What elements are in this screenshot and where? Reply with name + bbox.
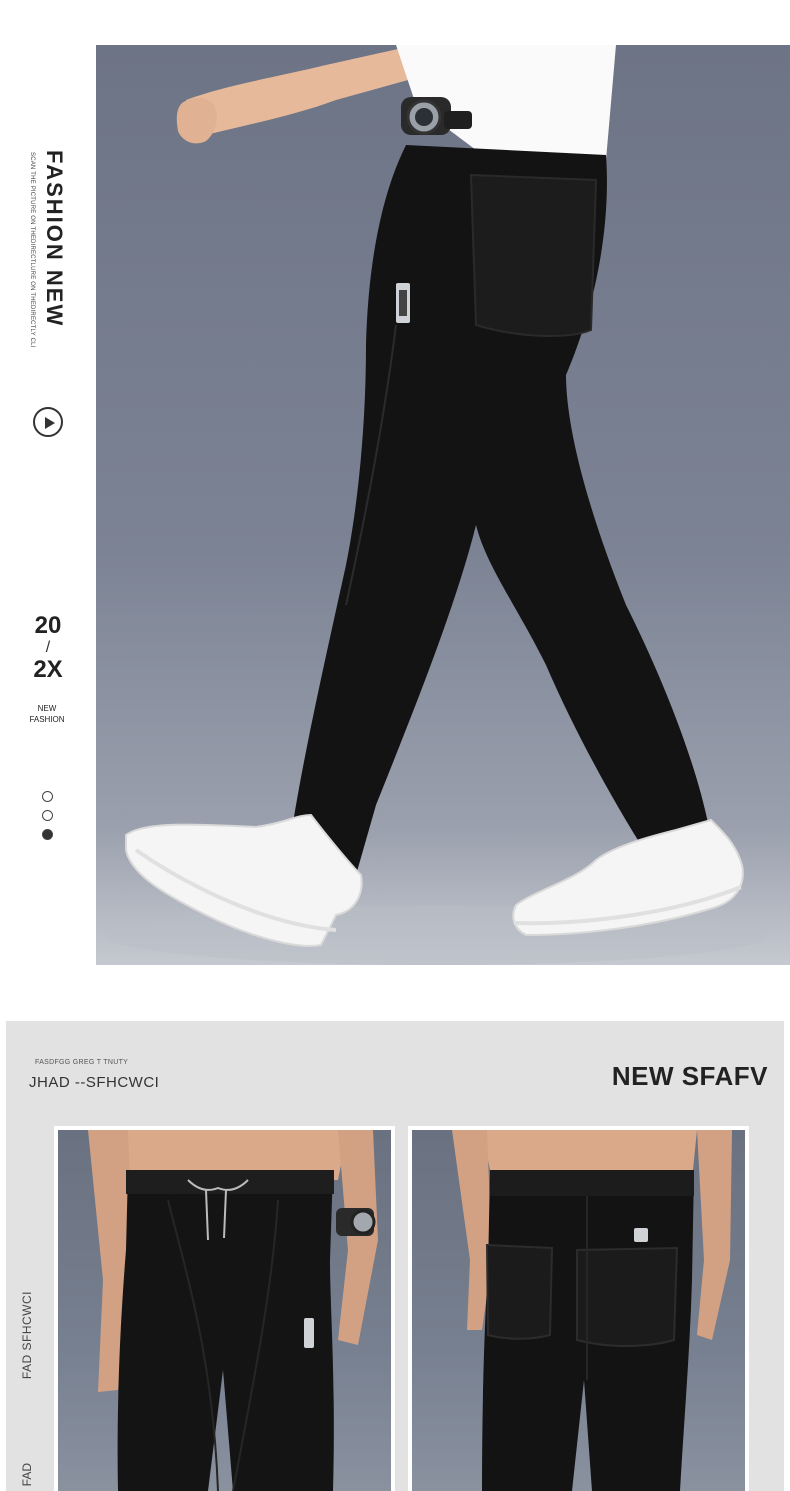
back-view-illustration <box>452 1130 732 1491</box>
detail-section: FASDFGG GREG T TNUTY JHAD --SFHCWCI NEW … <box>6 1021 784 1491</box>
carousel-dots <box>42 791 54 848</box>
model-walking-illustration <box>106 45 766 965</box>
detail-sub-label: FASDFGG GREG T TNUTY <box>35 1059 129 1066</box>
carousel-dot[interactable] <box>42 791 53 802</box>
new-fashion-label: NEW FASHION <box>18 703 76 725</box>
front-view-illustration <box>88 1130 378 1491</box>
hero-section: SCAN THE PICTURE ON THEDIRECTLURE ON THE… <box>0 0 790 990</box>
play-button[interactable] <box>33 407 63 437</box>
detail-main-label: JHAD --SFHCWCI <box>29 1074 160 1091</box>
new-fashion-line-1: NEW <box>37 704 57 713</box>
detail-headline: NEW SFAFV <box>611 1061 768 1091</box>
hero-title: FASHION NEW <box>42 150 67 328</box>
year-bottom: 2X <box>33 656 63 683</box>
new-fashion-line-2: FASHION <box>29 715 65 724</box>
hero-product-photo <box>96 45 790 965</box>
front-view-photo <box>54 1126 395 1491</box>
detail-side-label: FAD SFHCWCI <box>20 1291 34 1380</box>
year-slash: / <box>45 639 51 656</box>
year-top: 20 <box>34 612 62 639</box>
carousel-dot-active[interactable] <box>42 829 53 840</box>
detail-side-label-2: FAD <box>20 1463 34 1487</box>
year-block: 20 / 2X <box>20 612 76 684</box>
vertical-title-block: SCAN THE PICTURE ON THEDIRECTLURE ON THE… <box>27 150 73 370</box>
hero-subtitle: SCAN THE PICTURE ON THEDIRECTLURE ON THE… <box>29 152 35 348</box>
back-view-photo <box>408 1126 749 1491</box>
carousel-dot[interactable] <box>42 810 53 821</box>
play-icon <box>45 417 55 429</box>
